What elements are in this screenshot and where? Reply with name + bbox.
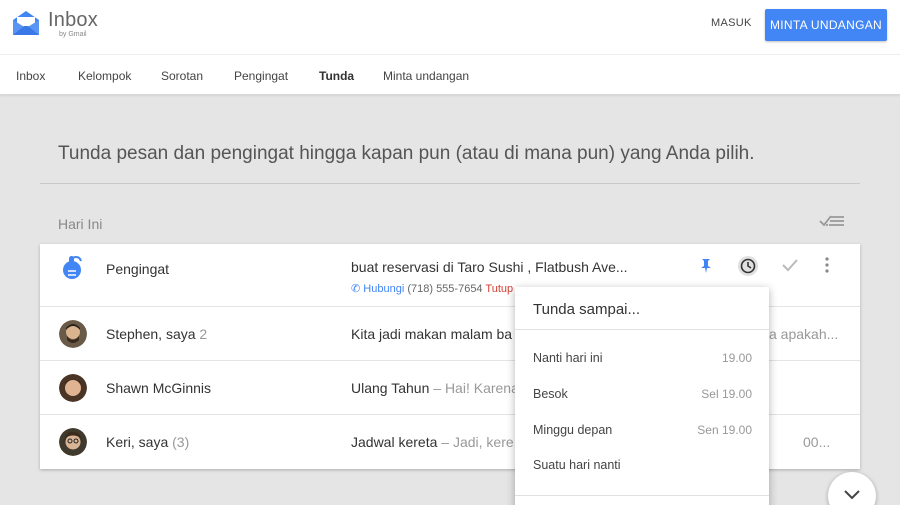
subject-label: Ulang Tahun: [351, 380, 430, 396]
message-subject: Jadwal kereta – Jadi, kere: [351, 434, 514, 450]
sender-label: Stephen, saya: [106, 326, 196, 342]
call-link[interactable]: ✆ Hubungi: [351, 283, 404, 295]
divider: [515, 495, 769, 496]
message-subject: Ulang Tahun – Hai! Karena: [351, 380, 519, 396]
snooze-menu-title: Tunda sampai...: [533, 301, 640, 318]
avatar: [59, 374, 87, 402]
divider: [40, 183, 860, 184]
option-label: Nanti hari ini: [533, 351, 603, 365]
closed-label: Tutup: [485, 283, 514, 295]
message-snippet-tail: 00...: [803, 434, 831, 450]
done-check-icon[interactable]: [781, 256, 799, 274]
option-time: Sel 19.00: [701, 387, 752, 401]
message-snippet: – Hai! Karena: [429, 380, 519, 396]
tab-tunda[interactable]: Tunda: [319, 69, 354, 83]
thread-count: (3): [172, 434, 190, 450]
snooze-option-next-week[interactable]: Minggu depan Sen 19.00: [515, 415, 769, 445]
sender-name: Stephen, saya 2: [106, 326, 207, 342]
avatar: [59, 320, 87, 348]
subject-label: Jadwal kereta: [351, 434, 438, 450]
snooze-option-tomorrow[interactable]: Besok Sel 19.00: [515, 379, 769, 409]
thread-count: 2: [199, 326, 208, 342]
section-title: Hari Ini: [58, 216, 103, 232]
tab-minta-undangan[interactable]: Minta undangan: [383, 69, 469, 83]
tab-pengingat[interactable]: Pengingat: [234, 69, 288, 83]
call-label: Hubungi: [363, 283, 405, 295]
reminder-meta: ✆ Hubungi (718) 555-7654 Tutup: [351, 282, 513, 295]
more-options-icon[interactable]: [818, 256, 836, 274]
logo-text: Inbox: [48, 9, 98, 31]
message-subject: buat reservasi di Taro Sushi , Flatbush …: [351, 259, 628, 275]
option-time: 19.00: [721, 351, 752, 365]
message-snippet-tail: ya apakah...: [762, 326, 839, 342]
snooze-clock-icon[interactable]: [737, 255, 759, 277]
option-label: Minggu depan: [533, 423, 613, 437]
avatar: [59, 428, 87, 456]
phone-number: (718) 555-7654: [407, 283, 483, 295]
pin-icon[interactable]: [697, 257, 715, 275]
sender-name: Shawn McGinnis: [106, 380, 212, 396]
sender-name: Keri, saya (3): [106, 434, 189, 450]
chevron-down-icon: [844, 490, 860, 500]
option-label: Besok: [533, 387, 568, 401]
tab-kelompok[interactable]: Kelompok: [78, 69, 131, 83]
option-time: Sen 19.00: [697, 423, 752, 437]
reminder-finger-icon: [63, 256, 82, 279]
sender-name: Pengingat: [106, 261, 170, 277]
request-invite-button[interactable]: MINTA UNDANGAN: [765, 9, 887, 41]
option-label: Suatu hari nanti: [533, 458, 621, 472]
sender-label: Keri, saya: [106, 434, 169, 450]
logo-subtitle: by Gmail: [59, 31, 87, 38]
tab-inbox[interactable]: Inbox: [16, 69, 45, 83]
sweep-done-icon[interactable]: [818, 213, 846, 229]
tab-sorotan[interactable]: Sorotan: [161, 69, 203, 83]
snooze-menu: Tunda sampai... Nanti hari ini 19.00 Bes…: [515, 287, 769, 505]
message-subject: Kita jadi makan malam ba: [351, 326, 513, 342]
top-bar: Inbox by Gmail MASUK MINTA UNDANGAN: [0, 0, 900, 54]
snooze-option-later-today[interactable]: Nanti hari ini 19.00: [515, 343, 769, 373]
message-snippet: – Jadi, kere: [437, 434, 514, 450]
page-headline: Tunda pesan dan pengingat hingga kapan p…: [58, 143, 755, 164]
snooze-option-someday[interactable]: Suatu hari nanti: [515, 450, 769, 480]
inbox-logo-icon[interactable]: [11, 9, 41, 37]
divider: [515, 329, 769, 330]
signin-link[interactable]: MASUK: [711, 17, 752, 29]
nav-bar: Inbox Kelompok Sorotan Pengingat Tunda M…: [0, 54, 900, 95]
scroll-down-button[interactable]: [828, 472, 876, 505]
